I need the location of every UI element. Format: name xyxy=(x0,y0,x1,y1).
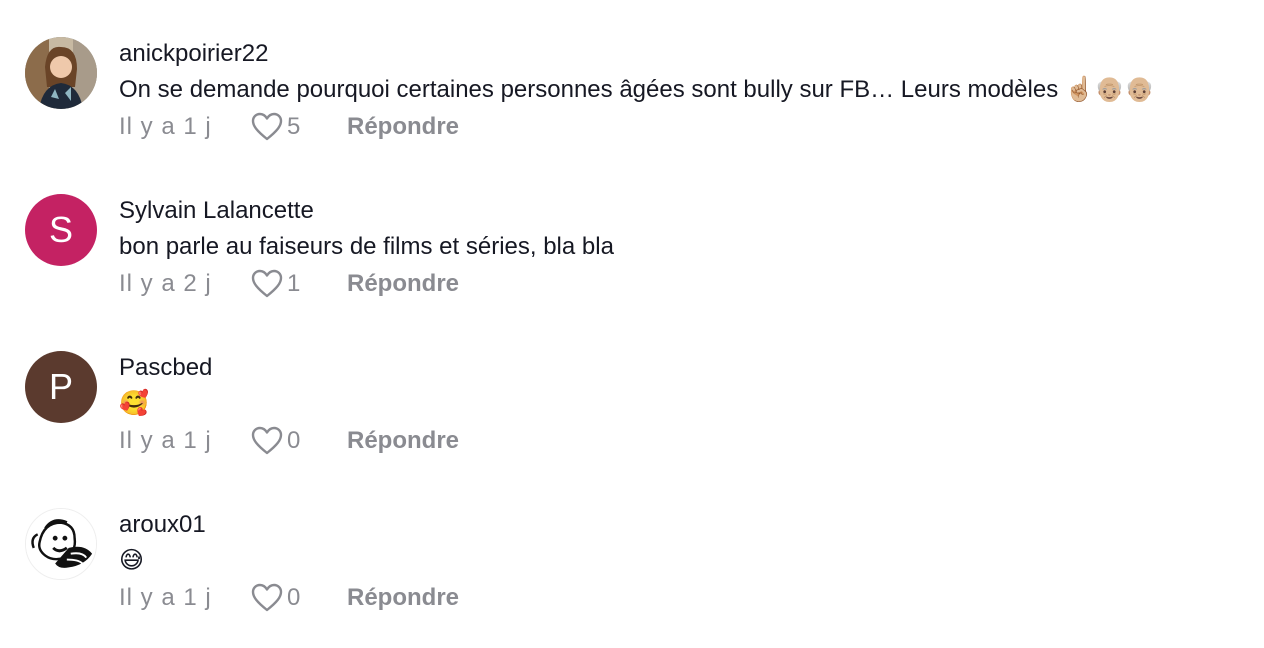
comment-username[interactable]: Sylvain Lalancette xyxy=(119,197,314,225)
cartoon-avatar-icon xyxy=(26,509,96,579)
like-button[interactable]: 5 xyxy=(251,112,300,142)
comment-item: aroux01 😅 Il y a 1 j 0 Répondre xyxy=(0,508,1264,648)
old-man-emoji: 👴🏼 xyxy=(1094,76,1125,103)
reply-button[interactable]: Répondre xyxy=(347,112,459,142)
comment-username[interactable]: Pascbed xyxy=(119,354,212,382)
like-count: 0 xyxy=(287,584,301,611)
avatar[interactable]: S xyxy=(25,194,97,266)
photo-avatar-icon xyxy=(25,37,97,109)
avatar[interactable] xyxy=(25,508,97,580)
like-button[interactable]: 1 xyxy=(251,269,300,299)
like-button[interactable]: 0 xyxy=(251,583,300,613)
heart-icon[interactable] xyxy=(251,269,283,299)
comment-time: Il y a 1 j xyxy=(119,113,212,140)
like-count: 1 xyxy=(287,270,301,297)
heart-icon[interactable] xyxy=(251,583,283,613)
avatar-letter: S xyxy=(48,209,73,250)
reply-button[interactable]: Répondre xyxy=(347,426,459,456)
comment-text: bon parle au faiseurs de films et séries… xyxy=(119,233,614,260)
like-button[interactable]: 0 xyxy=(251,426,300,456)
comment-time: Il y a 2 j xyxy=(119,270,212,297)
avatar[interactable]: P xyxy=(25,351,97,423)
comment-item: P Pascbed 🥰 Il y a 1 j 0 Répondre xyxy=(0,351,1264,491)
comment-username[interactable]: anickpoirier22 xyxy=(119,40,268,68)
avatar[interactable] xyxy=(25,37,97,109)
heart-icon[interactable] xyxy=(251,112,283,142)
like-count: 5 xyxy=(287,113,301,140)
like-count: 0 xyxy=(287,427,301,454)
avatar-letter: P xyxy=(48,366,73,407)
comment-text: 😅 xyxy=(119,547,145,574)
comment-item: S Sylvain Lalancette bon parle au faiseu… xyxy=(0,194,1264,334)
comment-username[interactable]: aroux01 xyxy=(119,511,206,539)
comment-time: Il y a 1 j xyxy=(119,584,212,611)
pointing-up-emoji: ☝🏼 xyxy=(1064,76,1095,103)
comment-item: anickpoirier22 On se demande pourquoi ce… xyxy=(0,37,1264,177)
comment-text: 🥰 xyxy=(119,390,149,417)
comment-text: On se demande pourquoi certaines personn… xyxy=(119,76,1155,104)
comment-time: Il y a 1 j xyxy=(119,427,212,454)
old-man-emoji: 👴🏼 xyxy=(1124,76,1155,103)
reply-button[interactable]: Répondre xyxy=(347,269,459,299)
reply-button[interactable]: Répondre xyxy=(347,583,459,613)
comment-text-body: On se demande pourquoi certaines personn… xyxy=(119,76,1065,103)
heart-icon[interactable] xyxy=(251,426,283,456)
